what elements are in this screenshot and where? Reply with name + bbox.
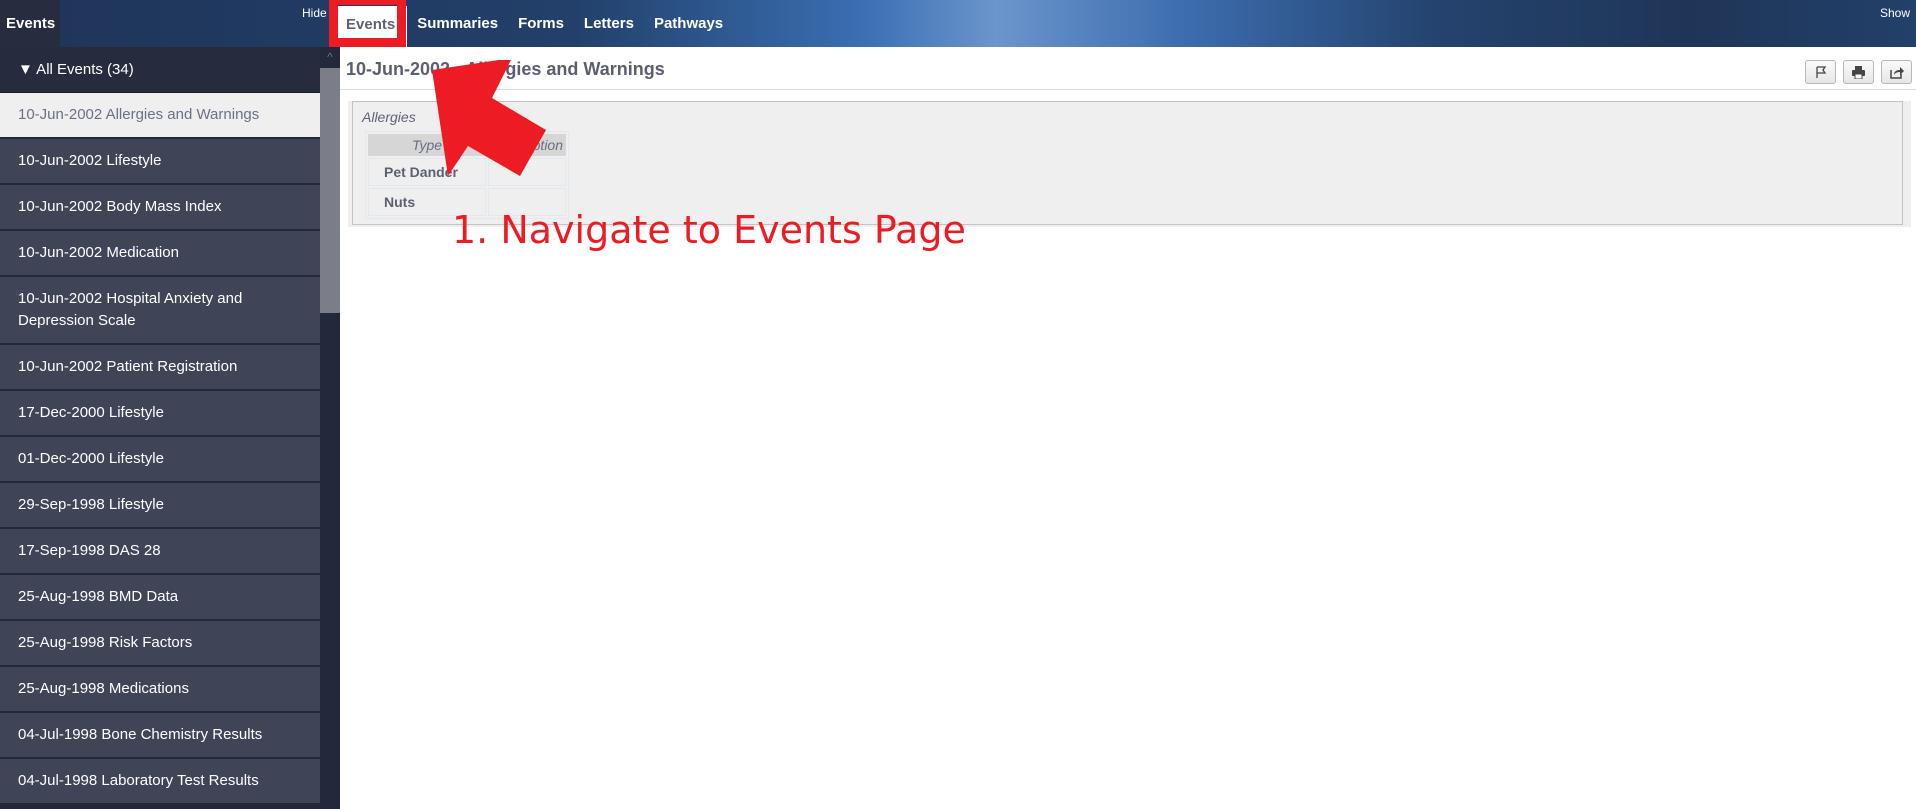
- allergies-panel: Allergies Type Description Pet Dander Nu…: [352, 101, 1903, 225]
- event-item[interactable]: 29-Sep-1998 Lifestyle: [0, 483, 320, 529]
- hide-sidebar-link[interactable]: Hide: [302, 6, 327, 20]
- allergies-label: Allergies: [362, 109, 416, 125]
- event-item[interactable]: 25-Aug-1998 BMD Data: [0, 575, 320, 621]
- event-item[interactable]: 04-Jul-1998 Bone Chemistry Results: [0, 713, 320, 759]
- sidebar-scrollbar[interactable]: ^: [320, 47, 340, 809]
- event-item[interactable]: 10-Jun-2002 Body Mass Index: [0, 185, 320, 231]
- event-item[interactable]: 25-Aug-1998 Risk Factors: [0, 621, 320, 667]
- tab-letters[interactable]: Letters: [574, 0, 644, 47]
- share-icon: [1889, 66, 1904, 79]
- action-buttons: [1805, 60, 1912, 84]
- scroll-up-icon[interactable]: ^: [320, 47, 340, 68]
- event-item[interactable]: 17-Dec-2000 Lifestyle: [0, 391, 320, 437]
- event-item[interactable]: 01-Dec-2000 Lifestyle: [0, 437, 320, 483]
- event-item[interactable]: 10-Jun-2002 Lifestyle: [0, 139, 320, 185]
- event-item[interactable]: 10-Jun-2002 Medication: [0, 231, 320, 277]
- tab-pathways[interactable]: Pathways: [644, 0, 733, 47]
- scroll-thumb[interactable]: [320, 68, 340, 313]
- event-item[interactable]: 10-Jun-2002 Allergies and Warnings: [0, 93, 320, 139]
- flag-icon: [1815, 65, 1826, 78]
- event-item[interactable]: 04-Jul-1998 Laboratory Test Results: [0, 759, 320, 805]
- panel-title-box: Events: [0, 0, 60, 47]
- event-detail: 10-Jun-2002 - Allergies and Warnings All…: [340, 47, 1916, 809]
- title-divider: [340, 89, 1916, 90]
- event-item[interactable]: 17-Sep-1998 DAS 28: [0, 529, 320, 575]
- show-panel-link[interactable]: Show: [1880, 6, 1910, 20]
- flag-button[interactable]: [1805, 60, 1836, 84]
- events-sidebar: ▼ All Events (34) 10-Jun-2002 Allergies …: [0, 47, 320, 809]
- share-button[interactable]: [1881, 60, 1912, 84]
- panel-title: Events: [6, 15, 56, 32]
- print-button[interactable]: [1843, 60, 1874, 84]
- event-item[interactable]: 25-Aug-1998 Medications: [0, 667, 320, 713]
- tab-forms[interactable]: Forms: [508, 0, 574, 47]
- event-item[interactable]: 10-Jun-2002 Hospital Anxiety and Depress…: [0, 277, 320, 345]
- print-icon: [1852, 65, 1865, 79]
- annotation-text: 1. Navigate to Events Page: [452, 208, 966, 252]
- top-header: Events Hide Events Summaries Forms Lette…: [0, 0, 1916, 47]
- event-item[interactable]: 10-Jun-2002 Patient Registration: [0, 345, 320, 391]
- annotation-highlight-box: [329, 0, 406, 47]
- annotation-arrow-icon: [432, 60, 546, 176]
- all-events-group[interactable]: ▼ All Events (34): [0, 47, 320, 93]
- tab-summaries[interactable]: Summaries: [407, 0, 508, 47]
